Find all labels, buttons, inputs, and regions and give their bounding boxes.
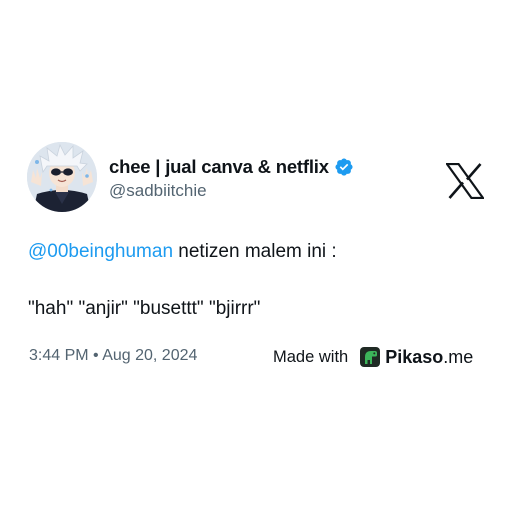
made-with-label: Made with [273,347,349,366]
verified-badge-icon [334,157,354,177]
tweet-text: netizen malem ini : [173,241,337,262]
author-handle[interactable]: @sadbiitchie [109,181,207,201]
tweet-text-line-2: "hah" "anjir" "busettt" "bjirrr" [28,298,261,319]
mention-link[interactable]: @00beinghuman [28,241,173,262]
pikaso-dino-icon [359,346,381,368]
pikaso-brand-tld[interactable]: .me [443,347,473,368]
pikaso-brand-name[interactable]: Pikaso [385,347,443,368]
tweet-card: chee | jual canva & netflix @sadbiitchie… [0,0,512,512]
tweet-text-line-1: @00beinghuman netizen malem ini : [28,241,337,263]
tweet-timestamp[interactable]: 3:44 PM • Aug 20, 2024 [29,347,197,365]
author-display-name[interactable]: chee | jual canva & netflix [109,156,329,178]
author-avatar[interactable] [27,142,97,212]
author-name-row: chee | jual canva & netflix [109,154,354,180]
made-with-footer: Made with Pikaso .me [273,345,473,369]
avatar-image [27,142,97,212]
x-logo-icon[interactable] [444,162,486,200]
